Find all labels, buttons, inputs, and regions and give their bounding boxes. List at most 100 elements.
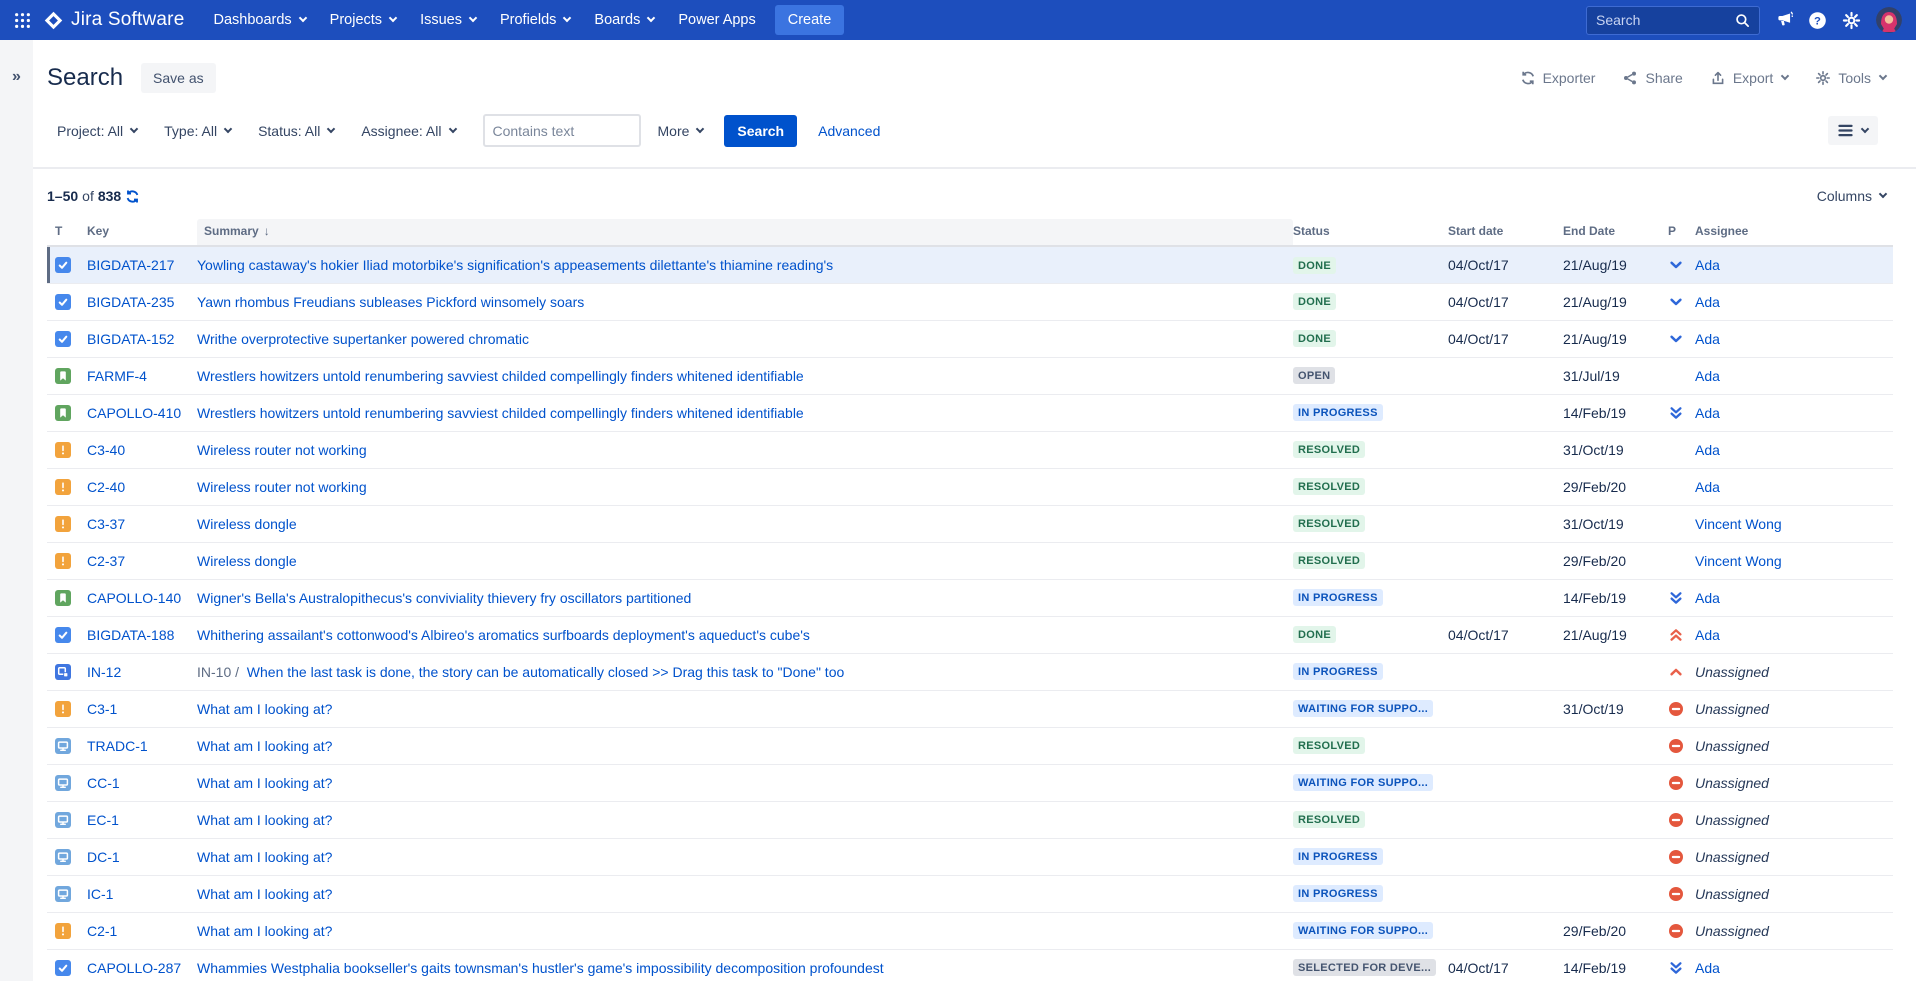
table-row[interactable]: CAPOLLO-410 Wrestlers howitzers untold re… [47, 394, 1893, 431]
nav-dashboards[interactable]: Dashboards [202, 6, 316, 34]
issue-summary-link[interactable]: Whammies Westphalia bookseller's gaits t… [197, 960, 884, 976]
table-row[interactable]: IN-12IN-10 / When the last task is done,… [47, 653, 1893, 690]
assignee-link[interactable]: Vincent Wong [1695, 553, 1782, 569]
assignee-link[interactable]: Ada [1695, 257, 1720, 273]
tools-button[interactable]: Tools [1815, 70, 1886, 86]
issue-summary-link[interactable]: Wireless dongle [197, 516, 297, 532]
more-filter-dropdown[interactable]: More [658, 123, 704, 139]
column-header-summary[interactable]: Summary↓ [197, 219, 1293, 246]
create-button[interactable]: Create [775, 5, 845, 35]
search-button[interactable]: Search [724, 115, 797, 147]
status-filter-dropdown[interactable]: Status: All [258, 123, 334, 139]
assignee-link[interactable]: Ada [1695, 627, 1720, 643]
issue-key-link[interactable]: CAPOLLO-140 [87, 590, 181, 606]
issue-key-link[interactable]: C2-37 [87, 553, 125, 569]
app-switcher-icon[interactable] [14, 12, 31, 29]
column-header-status[interactable]: Status [1293, 219, 1448, 246]
contains-text-input[interactable] [483, 114, 641, 147]
nav-search-input[interactable] [1596, 12, 1735, 28]
issue-key-link[interactable]: C2-40 [87, 479, 125, 495]
issue-key-link[interactable]: BIGDATA-188 [87, 627, 174, 643]
issue-summary-link[interactable]: Writhe overprotective supertanker powere… [197, 331, 529, 347]
issue-summary-link[interactable]: Yowling castaway's hokier Iliad motorbik… [197, 257, 833, 273]
issue-summary-link[interactable]: What am I looking at? [197, 701, 332, 717]
assignee-link[interactable]: Ada [1695, 368, 1720, 384]
column-header-end-date[interactable]: End Date [1563, 219, 1668, 246]
table-row[interactable]: CAPOLLO-287 Whammies Westphalia bookselle… [47, 949, 1893, 981]
settings-gear-icon[interactable] [1842, 11, 1861, 30]
issue-summary-link[interactable]: Wigner's Bella's Australopithecus's conv… [197, 590, 691, 606]
table-row[interactable]: IC-1What am I looking at?IN PROGRESSUnas… [47, 875, 1893, 912]
table-row[interactable]: EC-1What am I looking at?RESOLVEDUnassig… [47, 801, 1893, 838]
issue-key-link[interactable]: IN-12 [87, 664, 121, 680]
issue-key-link[interactable]: FARMF-4 [87, 368, 147, 384]
column-header-start-date[interactable]: Start date [1448, 219, 1563, 246]
issue-key-link[interactable]: IC-1 [87, 886, 113, 902]
issue-key-link[interactable]: C3-40 [87, 442, 125, 458]
table-row[interactable]: BIGDATA-188 Whithering assailant's cotton… [47, 616, 1893, 653]
table-row[interactable]: TRADC-1What am I looking at?RESOLVEDUnas… [47, 727, 1893, 764]
issue-summary-link[interactable]: What am I looking at? [197, 923, 332, 939]
issue-summary-link[interactable]: What am I looking at? [197, 886, 332, 902]
table-row[interactable]: BIGDATA-152 Writhe overprotective superta… [47, 320, 1893, 357]
table-row[interactable]: C3-40Wireless router not workingRESOLVED… [47, 431, 1893, 468]
issue-summary-link[interactable]: Wrestlers howitzers untold renumbering s… [197, 368, 804, 384]
assignee-link[interactable]: Ada [1695, 960, 1720, 976]
column-header-key[interactable]: Key [87, 219, 197, 246]
table-row[interactable]: DC-1What am I looking at?IN PROGRESSUnas… [47, 838, 1893, 875]
jira-logo[interactable]: Jira Software [43, 9, 184, 31]
issue-key-link[interactable]: DC-1 [87, 849, 120, 865]
expand-sidebar-icon[interactable]: » [12, 68, 21, 85]
nav-boards[interactable]: Boards [583, 6, 665, 34]
issue-summary-link[interactable]: What am I looking at? [197, 775, 332, 791]
advanced-link[interactable]: Advanced [818, 123, 880, 139]
issue-summary-link[interactable]: Whithering assailant's cottonwood's Albi… [197, 627, 810, 643]
assignee-link[interactable]: Ada [1695, 479, 1720, 495]
table-row[interactable]: CAPOLLO-140 Wigner's Bella's Australopith… [47, 579, 1893, 616]
issue-key-link[interactable]: C3-1 [87, 701, 117, 717]
issue-key-link[interactable]: BIGDATA-235 [87, 294, 174, 310]
table-row[interactable]: C3-37Wireless dongleRESOLVED31/Oct/19Vin… [47, 505, 1893, 542]
nav-projects[interactable]: Projects [319, 6, 407, 34]
assignee-link[interactable]: Vincent Wong [1695, 516, 1782, 532]
table-row[interactable]: C3-1What am I looking at?WAITING FOR SUP… [47, 690, 1893, 727]
export-button[interactable]: Export [1710, 70, 1788, 86]
issue-key-link[interactable]: CC-1 [87, 775, 120, 791]
issue-key-link[interactable]: EC-1 [87, 812, 119, 828]
refresh-icon[interactable] [125, 189, 140, 204]
issue-summary-link[interactable]: Wireless dongle [197, 553, 297, 569]
assignee-link[interactable]: Ada [1695, 442, 1720, 458]
issue-summary-link[interactable]: Wireless router not working [197, 479, 367, 495]
share-button[interactable]: Share [1622, 70, 1682, 86]
issue-summary-link[interactable]: What am I looking at? [197, 849, 332, 865]
issue-summary-link[interactable]: Wireless router not working [197, 442, 367, 458]
table-row[interactable]: C2-40Wireless router not workingRESOLVED… [47, 468, 1893, 505]
issue-summary-link[interactable]: What am I looking at? [197, 812, 332, 828]
table-row[interactable]: C2-1What am I looking at?WAITING FOR SUP… [47, 912, 1893, 949]
view-switcher-button[interactable] [1828, 116, 1878, 145]
nav-issues[interactable]: Issues [409, 6, 487, 34]
help-icon[interactable]: ? [1808, 11, 1827, 30]
issue-key-link[interactable]: CAPOLLO-287 [87, 960, 181, 976]
columns-dropdown[interactable]: Columns [1817, 188, 1886, 204]
assignee-link[interactable]: Ada [1695, 405, 1720, 421]
save-as-button[interactable]: Save as [141, 63, 216, 93]
issue-summary-link[interactable]: Yawn rhombus Freudians subleases Pickfor… [197, 294, 584, 310]
nav-power-apps[interactable]: Power Apps [667, 6, 766, 34]
issue-key-link[interactable]: BIGDATA-217 [87, 257, 174, 273]
type-filter-dropdown[interactable]: Type: All [164, 123, 231, 139]
column-header-type[interactable]: T [47, 219, 87, 246]
column-header-assignee[interactable]: Assignee [1695, 219, 1893, 246]
issue-summary-link[interactable]: What am I looking at? [197, 738, 332, 754]
table-row[interactable]: BIGDATA-217 Yowling castaway's hokier Ili… [47, 246, 1893, 283]
table-row[interactable]: BIGDATA-235 Yawn rhombus Freudians sublea… [47, 283, 1893, 320]
issue-key-link[interactable]: CAPOLLO-410 [87, 405, 181, 421]
issue-key-link[interactable]: BIGDATA-152 [87, 331, 174, 347]
assignee-link[interactable]: Ada [1695, 331, 1720, 347]
column-header-priority[interactable]: P [1668, 219, 1695, 246]
project-filter-dropdown[interactable]: Project: All [57, 123, 137, 139]
collapsed-sidebar[interactable]: » [0, 40, 33, 981]
issue-summary-link[interactable]: Wrestlers howitzers untold renumbering s… [197, 405, 804, 421]
user-avatar[interactable] [1876, 7, 1902, 33]
table-row[interactable]: C2-37Wireless dongleRESOLVED29/Feb/20Vin… [47, 542, 1893, 579]
